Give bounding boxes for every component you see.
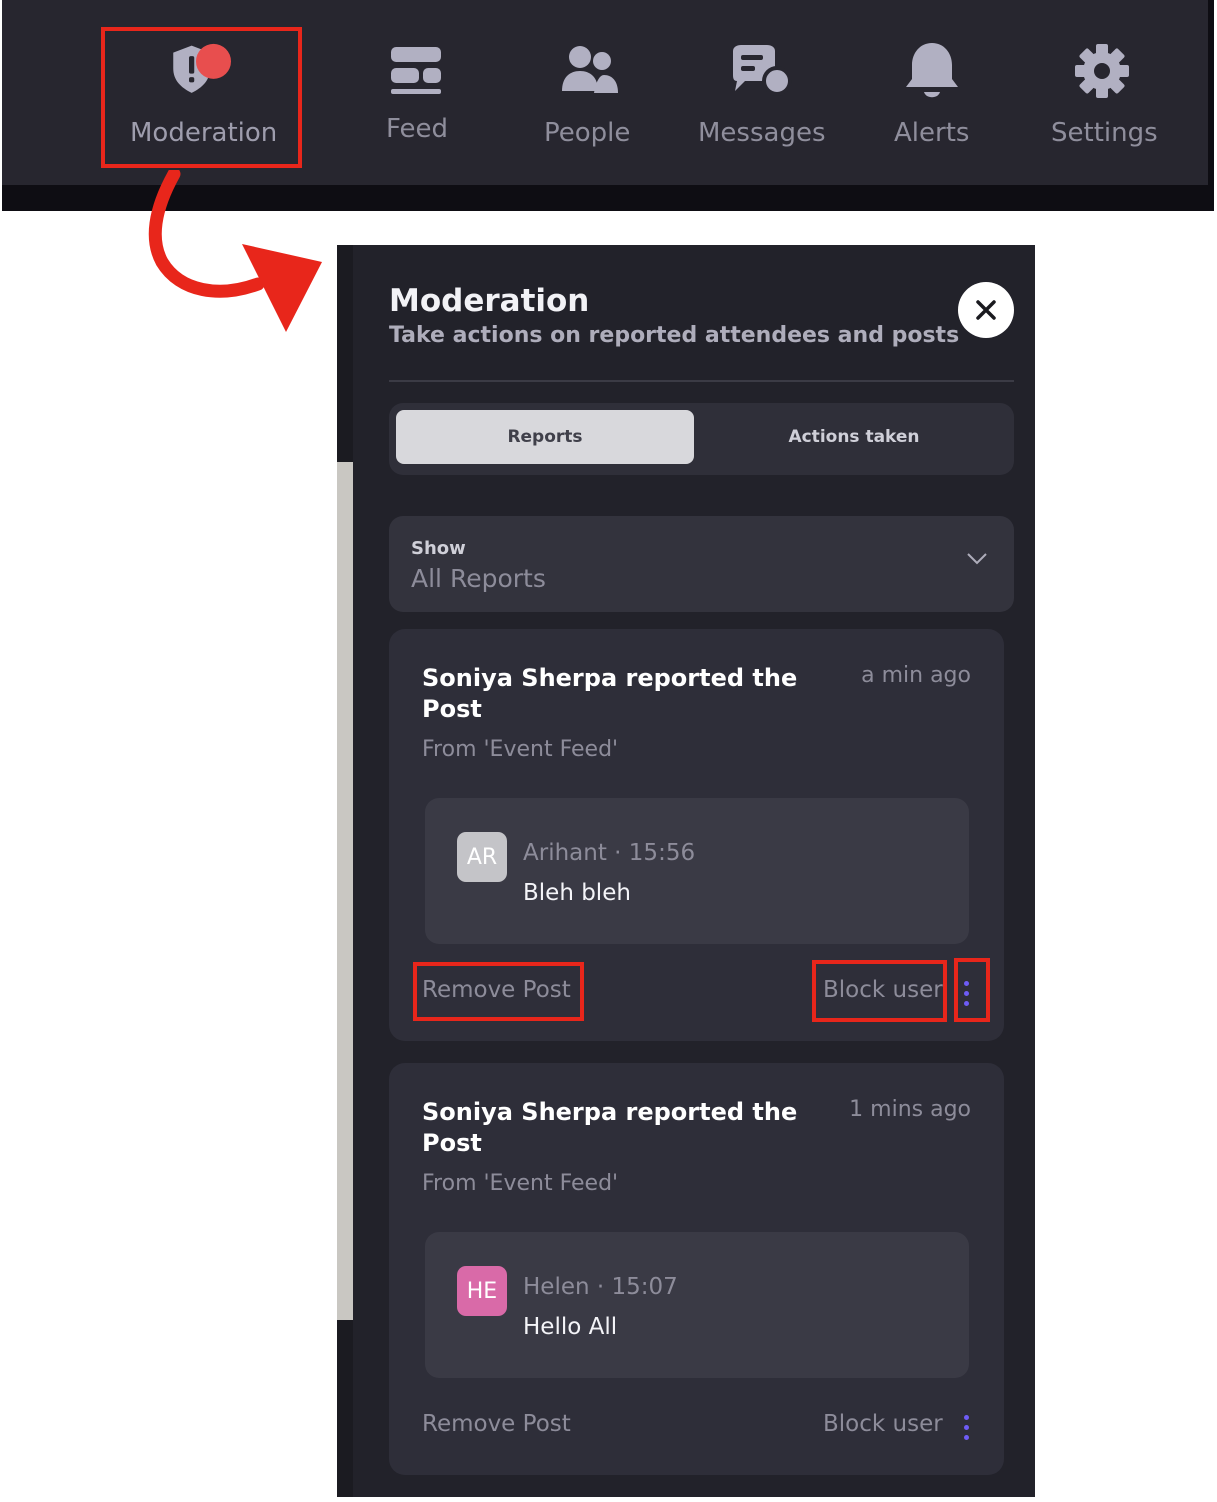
report-source: From 'Event Feed' [422, 1171, 619, 1196]
highlight-moderation [101, 27, 302, 168]
report-title: Soniya Sherpa reported the Post [422, 1098, 798, 1157]
people-icon [555, 36, 625, 106]
nav-item-feed[interactable]: Feed [367, 0, 467, 185]
nav-label-settings: Settings [1051, 118, 1158, 148]
filter-value: All Reports [411, 564, 546, 593]
report-title: Soniya Sherpa reported the Post [422, 664, 798, 723]
moderation-panel: Moderation Take actions on reported atte… [353, 245, 1035, 1497]
messages-icon [725, 36, 795, 106]
avatar: HE [457, 1266, 507, 1316]
report-time: a min ago [861, 663, 971, 688]
avatar: AR [457, 832, 507, 882]
close-button[interactable] [958, 282, 1014, 338]
background-content [337, 462, 353, 1320]
block-user-button[interactable]: Block user [823, 1411, 943, 1437]
gear-icon [1067, 36, 1137, 106]
nav-item-people[interactable]: People [532, 0, 652, 185]
report-time: 1 mins ago [849, 1097, 971, 1122]
post-text: Hello All [523, 1314, 618, 1340]
post-author: Arihant [523, 840, 607, 866]
tab-reports[interactable]: Reports [396, 410, 694, 464]
nav-item-messages[interactable]: Messages [692, 0, 832, 185]
nav-label-messages: Messages [698, 118, 826, 148]
panel-title: Moderation [389, 283, 590, 319]
highlight-remove-post [413, 962, 584, 1021]
separator-dot: · [596, 1274, 612, 1300]
report-card: Soniya Sherpa reported the Post 1 mins a… [389, 1063, 1004, 1475]
tab-actions-taken[interactable]: Actions taken [701, 410, 1007, 464]
report-source: From 'Event Feed' [422, 737, 619, 762]
nav-label-alerts: Alerts [894, 118, 970, 148]
nav-label-people: People [544, 118, 631, 148]
panel-subtitle: Take actions on reported attendees and p… [389, 323, 960, 348]
nav-item-settings[interactable]: Settings [1042, 0, 1162, 185]
post-text: Bleh bleh [523, 880, 631, 906]
tab-bar: Reports Actions taken [389, 403, 1014, 475]
feed-icon [382, 36, 452, 106]
divider [389, 380, 1014, 382]
bell-icon [897, 36, 967, 106]
nav-item-alerts[interactable]: Alerts [882, 0, 982, 185]
filter-label: Show [411, 538, 466, 559]
separator-dot: · [614, 840, 629, 866]
post-time: 15:56 [628, 840, 696, 866]
more-options-icon[interactable] [961, 1413, 971, 1443]
remove-post-button[interactable]: Remove Post [422, 1411, 571, 1437]
chevron-down-icon [967, 553, 987, 565]
close-icon [976, 300, 996, 320]
curved-arrow-icon [148, 170, 322, 332]
post-meta: Helen · 15:07 [523, 1274, 678, 1300]
reported-post: HE Helen · 15:07 Hello All [425, 1232, 969, 1378]
post-author: Helen [523, 1274, 590, 1300]
nav-label-feed: Feed [386, 114, 449, 144]
show-filter-dropdown[interactable]: Show All Reports [389, 516, 1014, 612]
reported-post: AR Arihant · 15:56 Bleh bleh [425, 798, 969, 944]
post-meta: Arihant · 15:56 [523, 840, 695, 866]
highlight-block-user [812, 960, 947, 1022]
post-time: 15:07 [611, 1274, 678, 1300]
highlight-more-options [954, 958, 990, 1022]
